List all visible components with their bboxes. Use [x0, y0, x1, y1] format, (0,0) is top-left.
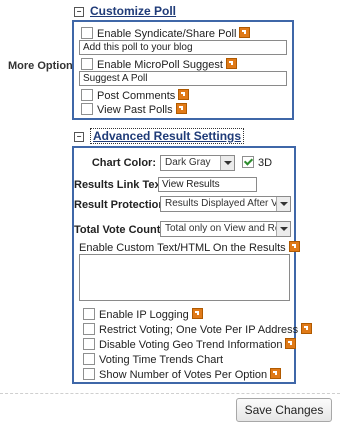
disable-geo-checkbox[interactable] — [83, 338, 95, 350]
results-link-input[interactable]: View Results — [158, 177, 257, 192]
micropoll-text-input[interactable]: Suggest A Poll — [79, 71, 287, 86]
help-icon[interactable] — [225, 58, 237, 69]
custom-html-label: Enable Custom Text/HTML On the Results — [79, 242, 286, 254]
total-vote-value: Total only on View and Results — [165, 223, 291, 234]
view-past-polls-checkbox[interactable] — [81, 103, 93, 115]
collapse-toggle-icon[interactable]: − — [74, 7, 84, 17]
option-ip-logging[interactable]: Enable IP Logging — [83, 308, 203, 321]
chevron-down-icon[interactable] — [276, 197, 290, 211]
option-votes-per-option[interactable]: Show Number of Votes Per Option — [83, 368, 282, 381]
custom-html-heading: Enable Custom Text/HTML On the Results — [79, 241, 300, 254]
help-icon[interactable] — [191, 308, 203, 319]
option-syndicate[interactable]: Enable Syndicate/Share Poll — [81, 27, 251, 40]
results-protection-label: Result Protection: — [74, 199, 169, 211]
three-d-option[interactable]: 3D — [242, 156, 272, 169]
help-icon[interactable] — [239, 27, 251, 38]
chart-color-value: Dark Gray — [165, 157, 211, 168]
votes-per-option-checkbox[interactable] — [83, 368, 95, 380]
help-icon[interactable] — [301, 323, 313, 334]
help-icon[interactable] — [178, 89, 190, 100]
help-icon[interactable] — [285, 338, 297, 349]
ip-logging-checkbox[interactable] — [83, 308, 95, 320]
three-d-label: 3D — [258, 157, 273, 169]
chart-color-select[interactable]: Dark Gray — [160, 155, 235, 171]
total-vote-select[interactable]: Total only on View and Results — [160, 221, 291, 237]
option-time-trends[interactable]: Voting Time Trends Chart — [83, 353, 223, 366]
results-link-label: Results Link Text: — [74, 179, 168, 191]
three-d-checkbox[interactable] — [242, 156, 254, 168]
collapse-toggle-icon[interactable]: − — [74, 132, 84, 142]
syndicate-text-input[interactable]: Add this poll to your blog — [79, 40, 287, 55]
results-protection-select[interactable]: Results Displayed After Voting — [160, 196, 291, 212]
chart-color-label: Chart Color: — [91, 157, 156, 169]
micropoll-label: Enable MicroPoll Suggest — [97, 59, 223, 71]
customize-poll-panel: Enable Syndicate/Share Poll Add this pol… — [72, 20, 294, 120]
help-icon[interactable] — [270, 368, 282, 379]
micropoll-checkbox[interactable] — [81, 58, 93, 70]
chevron-down-icon[interactable] — [276, 222, 290, 236]
disable-geo-label: Disable Voting Geo Trend Information — [99, 339, 283, 351]
advanced-settings-header[interactable]: − Advanced Result Settings — [74, 128, 245, 144]
save-changes-button[interactable]: Save Changes — [236, 398, 332, 422]
footer-divider — [0, 393, 340, 394]
votes-per-option-label: Show Number of Votes Per Option — [99, 369, 268, 381]
syndicate-checkbox[interactable] — [81, 27, 93, 39]
results-protection-value: Results Displayed After Voting — [165, 198, 291, 209]
customize-poll-link[interactable]: Customize Poll — [90, 4, 176, 18]
restrict-voting-checkbox[interactable] — [83, 323, 95, 335]
post-comments-checkbox[interactable] — [81, 89, 93, 101]
view-past-polls-label: View Past Polls — [97, 104, 173, 116]
ip-logging-label: Enable IP Logging — [99, 309, 189, 321]
customize-poll-header[interactable]: − Customize Poll — [74, 4, 176, 18]
option-micropoll[interactable]: Enable MicroPoll Suggest — [81, 58, 237, 71]
option-post-comments[interactable]: Post Comments — [81, 89, 190, 102]
option-view-past-polls[interactable]: View Past Polls — [81, 103, 187, 116]
help-icon[interactable] — [175, 103, 187, 114]
option-restrict-voting[interactable]: Restrict Voting; One Vote Per IP Address — [83, 323, 313, 336]
post-comments-label: Post Comments — [97, 90, 176, 102]
total-vote-label: Total Vote Count: — [74, 224, 165, 236]
option-disable-geo[interactable]: Disable Voting Geo Trend Information — [83, 338, 297, 351]
chevron-down-icon[interactable] — [220, 156, 234, 170]
time-trends-label: Voting Time Trends Chart — [99, 354, 224, 366]
advanced-settings-link[interactable]: Advanced Result Settings — [90, 128, 245, 144]
restrict-voting-label: Restrict Voting; One Vote Per IP Address — [99, 324, 299, 336]
help-icon[interactable] — [288, 241, 300, 252]
syndicate-label: Enable Syndicate/Share Poll — [97, 28, 237, 40]
time-trends-checkbox[interactable] — [83, 353, 95, 365]
custom-html-textarea[interactable] — [79, 254, 290, 301]
advanced-settings-panel: Chart Color: Dark Gray 3D Results Link T… — [72, 146, 313, 384]
